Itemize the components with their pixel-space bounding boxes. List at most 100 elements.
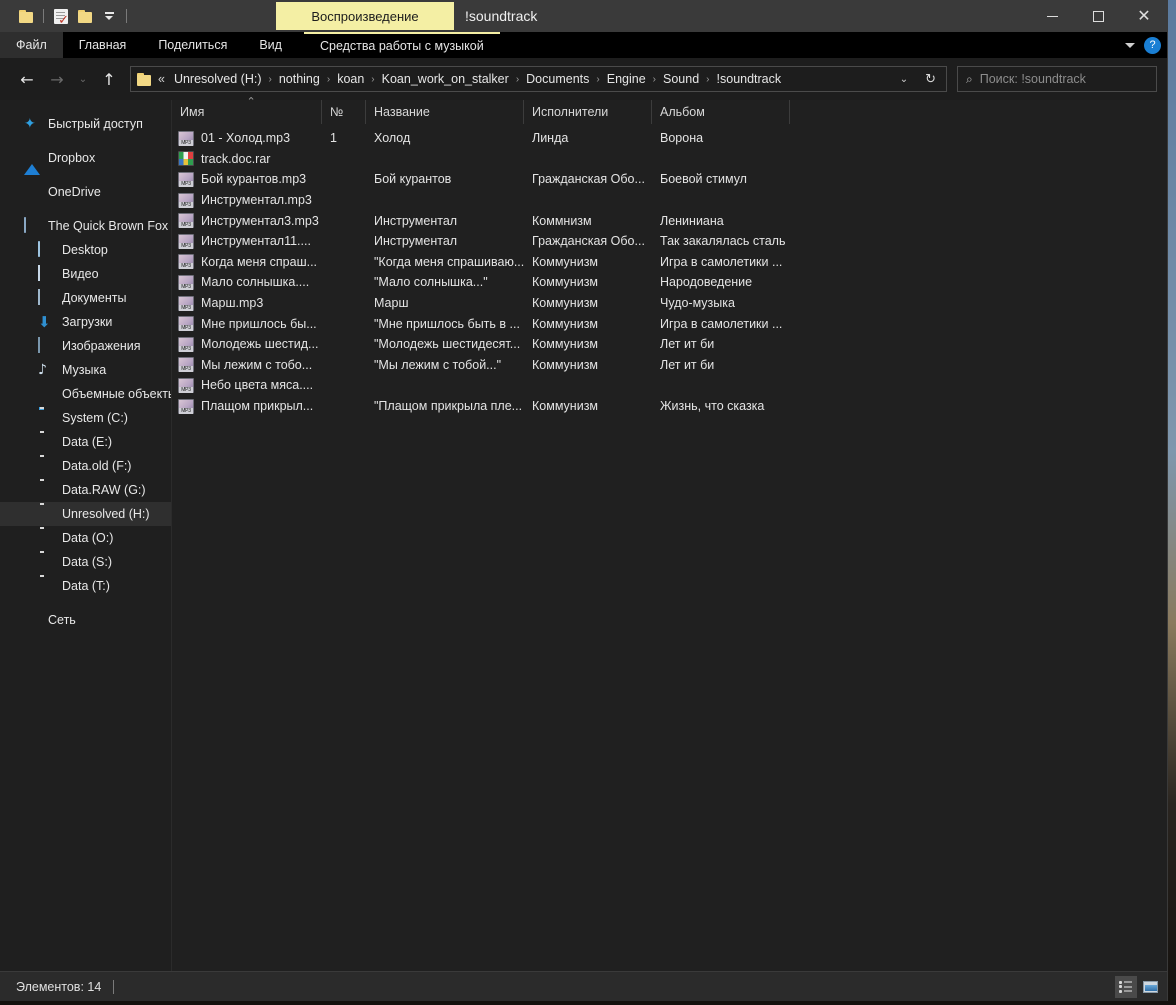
file-name-cell[interactable]: Небо цвета мяса.... xyxy=(172,377,322,393)
sidebar-item-data-raw-g[interactable]: Data.RAW (G:) xyxy=(0,478,171,502)
recent-locations-chevron-icon[interactable]: ⌄ xyxy=(74,66,92,92)
sidebar-item-data-s[interactable]: Data (S:) xyxy=(0,550,171,574)
breadcrumb-item-1[interactable]: nothing xyxy=(276,72,323,86)
breadcrumb-item-2[interactable]: koan xyxy=(334,72,367,86)
column-header-track-number[interactable]: № xyxy=(322,100,366,124)
table-row[interactable]: Инструментал.mp3 xyxy=(172,190,1167,211)
table-row[interactable]: Мало солнышка.... "Мало солнышка..." Ком… xyxy=(172,272,1167,293)
breadcrumb-item-0[interactable]: Unresolved (H:) xyxy=(171,72,265,86)
tab-music-tools[interactable]: Средства работы с музыкой xyxy=(303,32,500,58)
forward-button[interactable]: → xyxy=(44,66,70,92)
table-row[interactable]: Молодежь шестид... "Молодежь шестидесят.… xyxy=(172,334,1167,355)
table-row[interactable]: Когда меня спраш... "Когда меня спрашива… xyxy=(172,252,1167,273)
file-name-cell[interactable]: Плащом прикрыл... xyxy=(172,398,322,414)
file-name-cell[interactable]: Мало солнышка.... xyxy=(172,274,322,290)
table-row[interactable]: Мне пришлось бы... "Мне пришлось быть в … xyxy=(172,313,1167,334)
table-row[interactable]: 01 - Холод.mp3 1 Холод Линда Ворона xyxy=(172,128,1167,149)
breadcrumb-sep: › xyxy=(596,73,600,85)
breadcrumb-overflow[interactable]: « xyxy=(155,72,168,86)
tab-home[interactable]: Главная xyxy=(63,32,143,58)
title-cell: "Мне пришлось быть в ... xyxy=(374,316,520,331)
table-row[interactable]: Марш.mp3 Марш Коммунизм Чудо-музыка xyxy=(172,293,1167,314)
sidebar-item-documents[interactable]: Документы xyxy=(0,286,171,310)
file-name-cell[interactable]: Инструментал.mp3 xyxy=(172,192,322,208)
sidebar-item-data-old-f[interactable]: Data.old (F:) xyxy=(0,454,171,478)
table-row[interactable]: Бой курантов.mp3 Бой курантов Гражданска… xyxy=(172,169,1167,190)
file-name-cell[interactable]: Когда меня спраш... xyxy=(172,254,322,270)
search-input[interactable]: Поиск: !soundtrack xyxy=(980,72,1086,86)
file-name-cell[interactable]: Марш.mp3 xyxy=(172,295,322,311)
column-header-artists[interactable]: Исполнители xyxy=(524,100,652,124)
search-box[interactable]: ⌕ Поиск: !soundtrack xyxy=(957,66,1157,92)
details-view-icon xyxy=(1119,981,1133,993)
tab-file[interactable]: Файл xyxy=(0,32,63,58)
downloads-icon: ⬇ xyxy=(38,313,51,331)
album-cell: Лет ит би xyxy=(660,337,715,352)
table-row[interactable]: Инструментал11.... Инструментал Гражданс… xyxy=(172,231,1167,252)
tab-share[interactable]: Поделиться xyxy=(142,32,243,58)
sidebar-item-this-pc[interactable]: The Quick Brown Fox xyxy=(0,214,171,238)
refresh-icon[interactable]: ↻ xyxy=(919,72,942,87)
table-row[interactable]: track.doc.rar xyxy=(172,149,1167,170)
contextual-tab-playback[interactable]: Воспроизведение xyxy=(276,2,454,30)
sidebar-item-data-t[interactable]: Data (T:) xyxy=(0,574,171,598)
table-row[interactable]: Небо цвета мяса.... xyxy=(172,375,1167,396)
close-button[interactable]: ✕ xyxy=(1121,0,1167,32)
sidebar-item-quick-access[interactable]: ✦ Быстрый доступ xyxy=(0,112,171,136)
breadcrumb-item-5[interactable]: Engine xyxy=(604,72,649,86)
large-icons-view-button[interactable] xyxy=(1139,976,1161,998)
file-name-cell[interactable]: Бой курантов.mp3 xyxy=(172,171,322,187)
maximize-button[interactable] xyxy=(1075,0,1121,32)
sidebar-item-pictures[interactable]: Изображения xyxy=(0,334,171,358)
up-button[interactable]: ↑ xyxy=(96,66,122,92)
column-header-name[interactable]: Имя xyxy=(172,95,322,124)
column-header-album[interactable]: Альбом xyxy=(652,100,790,124)
file-name-cell[interactable]: Мы лежим с тобо... xyxy=(172,357,322,373)
customize-chevron-icon[interactable] xyxy=(97,3,121,29)
back-button[interactable]: ← xyxy=(14,66,40,92)
title-cell: "Плащом прикрыла пле... xyxy=(374,399,523,414)
properties-icon[interactable] xyxy=(49,3,73,29)
sidebar-item-3d-objects[interactable]: Объемные объекты xyxy=(0,382,171,406)
table-row[interactable]: Плащом прикрыл... "Плащом прикрыла пле..… xyxy=(172,396,1167,417)
album-cell: Боевой стимул xyxy=(660,172,747,187)
breadcrumb-item-7[interactable]: !soundtrack xyxy=(714,72,785,86)
help-icon[interactable]: ? xyxy=(1144,36,1161,54)
file-name-cell[interactable]: Инструментал11.... xyxy=(172,233,322,249)
sidebar-item-data-e[interactable]: Data (E:) xyxy=(0,430,171,454)
sidebar-item-unresolved-h[interactable]: Unresolved (H:) xyxy=(0,502,171,526)
breadcrumb-item-3[interactable]: Koan_work_on_stalker xyxy=(379,72,512,86)
sidebar-item-label: Быстрый доступ xyxy=(48,117,143,131)
table-row[interactable]: Мы лежим с тобо... "Мы лежим с тобой..."… xyxy=(172,355,1167,376)
breadcrumb-item-6[interactable]: Sound xyxy=(660,72,702,86)
sidebar-item-network[interactable]: Сеть xyxy=(0,608,171,632)
address-dropdown-chevron-icon[interactable]: ⌄ xyxy=(892,74,916,85)
sidebar-item-dropbox[interactable]: Dropbox xyxy=(0,146,171,175)
file-name-cell[interactable]: Мне пришлось бы... xyxy=(172,316,322,332)
minimize-button[interactable] xyxy=(1029,0,1075,32)
file-name-cell[interactable]: Молодежь шестид... xyxy=(172,336,322,352)
sidebar-item-system-c[interactable]: System (C:) xyxy=(0,406,171,430)
breadcrumb[interactable]: « Unresolved (H:) › nothing › koan › Koa… xyxy=(130,66,947,92)
sidebar-item-desktop[interactable]: Desktop xyxy=(0,238,171,262)
sidebar-item-data-o[interactable]: Data (O:) xyxy=(0,526,171,550)
sidebar-item-onedrive[interactable]: OneDrive xyxy=(0,180,171,204)
sidebar-item-music[interactable]: ♪ Музыка xyxy=(0,358,171,382)
artist-cell: Коммунизм xyxy=(532,275,599,290)
column-header-title[interactable]: Название xyxy=(366,100,524,124)
breadcrumb-sep: › xyxy=(515,73,520,85)
file-name-cell[interactable]: Инструментал3.mp3 xyxy=(172,213,322,229)
sidebar-item-downloads[interactable]: ⬇ Загрузки xyxy=(0,310,171,334)
album-cell: Народоведение xyxy=(660,275,753,290)
sidebar-item-label: Data (T:) xyxy=(62,579,110,593)
new-folder-icon[interactable] xyxy=(14,3,38,29)
file-name-cell[interactable]: track.doc.rar xyxy=(172,151,322,167)
tab-view[interactable]: Вид xyxy=(243,32,298,58)
breadcrumb-item-4[interactable]: Documents xyxy=(523,72,592,86)
table-row[interactable]: Инструментал3.mp3 Инструментал Коммнизм … xyxy=(172,210,1167,231)
sidebar-item-videos[interactable]: Видео xyxy=(0,262,171,286)
folder-icon[interactable] xyxy=(73,3,97,29)
expand-ribbon-chevron-icon[interactable] xyxy=(1125,42,1135,48)
file-name-cell[interactable]: 01 - Холод.mp3 xyxy=(172,130,322,146)
details-view-button[interactable] xyxy=(1115,975,1137,998)
